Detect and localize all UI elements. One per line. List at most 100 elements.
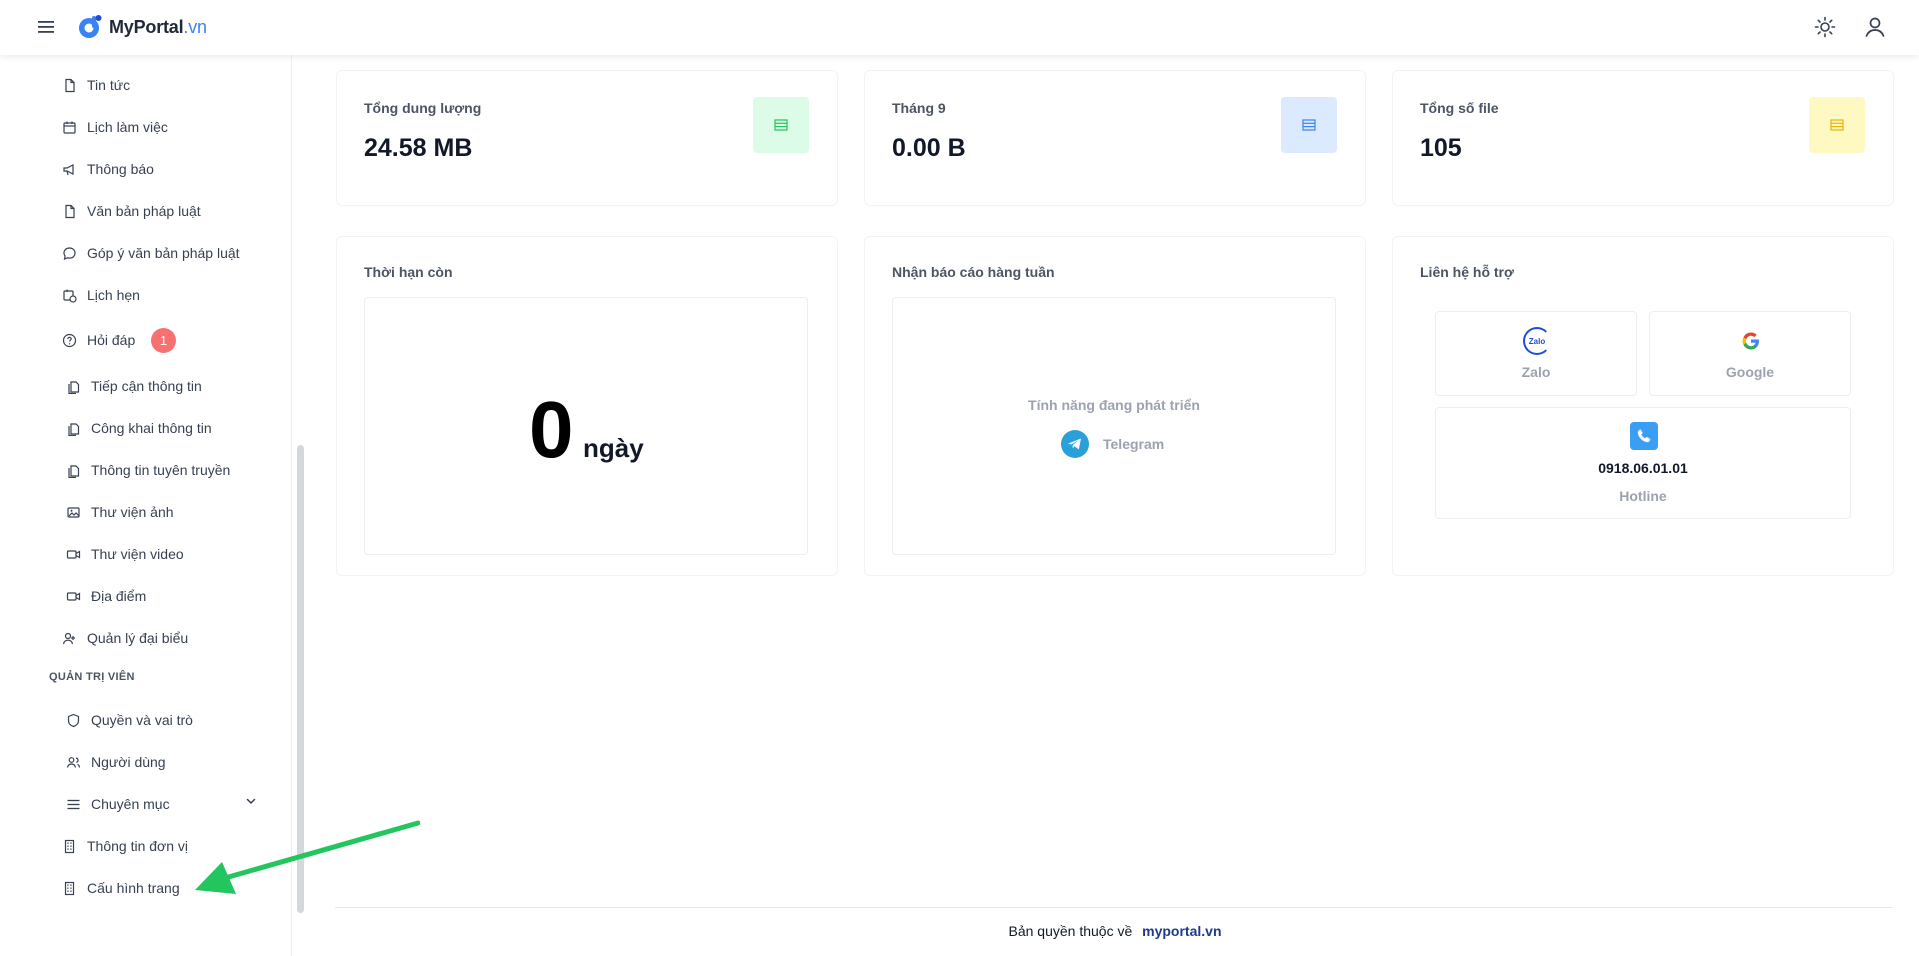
telegram-label: Telegram — [1103, 436, 1165, 452]
question-icon — [62, 333, 77, 347]
card-title: Liên hệ hỗ trợ — [1420, 264, 1514, 280]
sidebar-item-cau-hinh-trang[interactable]: Cấu hình trang — [62, 876, 180, 900]
sidebar-item-label: Cấu hình trang — [87, 880, 180, 896]
stat-value: 105 — [1420, 134, 1462, 162]
video-icon — [66, 591, 81, 601]
sidebar-item-label: Lịch hẹn — [87, 287, 140, 303]
card-title: Thời hạn còn — [364, 264, 453, 280]
calendar-clock-icon — [63, 289, 77, 303]
chevron-down-icon[interactable] — [245, 795, 257, 807]
sidebar-item-hoi-dap[interactable]: Hỏi đáp — [62, 328, 135, 352]
zalo-logo-text: Zalo — [1528, 336, 1546, 346]
stat-icon-box — [753, 97, 809, 153]
list-icon — [67, 799, 80, 809]
stat-label: Tổng số file — [1420, 100, 1499, 116]
google-icon — [1742, 332, 1759, 350]
google-contact[interactable]: Google — [1649, 311, 1851, 396]
sidebar-item-thong-tin-tuyen-truyen[interactable]: Thông tin tuyên truyền — [66, 458, 230, 482]
files-icon — [68, 422, 80, 436]
telegram-link[interactable]: Telegram — [1061, 430, 1164, 458]
database-icon — [774, 119, 788, 131]
database-icon — [1830, 119, 1844, 131]
stat-value: 0.00 B — [892, 134, 966, 162]
logo[interactable]: MyPortal.vn — [77, 14, 207, 40]
sidebar-item-label: Quyền và vai trò — [91, 712, 193, 728]
stat-card-month: Tháng 9 0.00 B — [864, 70, 1366, 206]
hotline-number: 0918.06.01.01 — [1598, 460, 1688, 476]
sidebar-item-gop-y-van-ban-phap-luat[interactable]: Góp ý văn bản pháp luật — [62, 241, 240, 265]
sidebar-item-label: Tin tức — [87, 77, 131, 93]
card-title: Nhận báo cáo hàng tuần — [892, 264, 1055, 280]
sidebar-item-cong-khai-thong-tin[interactable]: Công khai thông tin — [66, 416, 212, 440]
sidebar-item-van-ban-phap-luat[interactable]: Văn bản pháp luật — [62, 199, 201, 223]
sidebar-item-thong-bao[interactable]: Thông báo — [62, 157, 154, 181]
hotline-label: Hotline — [1619, 488, 1667, 504]
sidebar-item-thu-vien-video[interactable]: Thư viện video — [66, 542, 184, 566]
building-icon — [64, 881, 75, 895]
sidebar-item-quan-ly-dai-bieu[interactable]: Quản lý đại biểu — [62, 626, 188, 650]
user-account-icon[interactable] — [1863, 15, 1887, 39]
chat-icon — [63, 246, 76, 260]
sidebar-item-label: Quản lý đại biểu — [87, 630, 189, 646]
top-bar: MyPortal.vn — [0, 0, 1919, 55]
weekly-report-box: Tính năng đang phát triển Telegram — [892, 297, 1336, 555]
footer: Bản quyền thuộc về myportal.vn — [0, 923, 1919, 939]
video-icon — [66, 549, 81, 559]
sidebar-item-label: Chuyên mục — [91, 796, 170, 812]
stat-card-storage: Tổng dung lượng 24.58 MB — [336, 70, 838, 206]
stat-label: Tháng 9 — [892, 100, 946, 116]
admin-section-label: QUẢN TRỊ VIÊN — [49, 671, 135, 683]
sidebar-item-thong-tin-don-vi[interactable]: Thông tin đơn vị — [62, 834, 188, 858]
sidebar-item-label: Văn bản pháp luật — [87, 203, 201, 219]
user-icon — [62, 632, 75, 644]
zalo-label: Zalo — [1521, 364, 1551, 380]
sidebar-item-thu-vien-anh[interactable]: Thư viện ảnh — [66, 500, 174, 524]
zalo-icon: Zalo — [1523, 327, 1551, 355]
sidebar-item-dia-diem[interactable]: Địa điểm — [66, 584, 146, 608]
sidebar-item-label: Thông tin đơn vị — [87, 838, 189, 854]
building-icon — [64, 839, 75, 853]
sidebar-item-label: Tiếp cận thông tin — [91, 378, 202, 394]
database-icon — [1302, 119, 1316, 131]
sidebar-item-tin-tuc[interactable]: Tin tức — [62, 73, 130, 97]
annotation-arrow-icon — [195, 820, 420, 894]
support-card: Liên hệ hỗ trợ Zalo Zalo Google 0918.06.… — [1392, 236, 1894, 576]
theme-toggle-sun-icon[interactable] — [1814, 16, 1836, 38]
weekly-report-card: Nhận báo cáo hàng tuần Tính năng đang ph… — [864, 236, 1366, 576]
days-count: 0 — [529, 385, 574, 474]
sidebar-item-label: Địa điểm — [91, 588, 147, 604]
remaining-days-card: Thời hạn còn 0 ngày — [336, 236, 838, 576]
feature-status: Tính năng đang phát triển — [1028, 397, 1200, 413]
megaphone-icon — [63, 163, 74, 175]
image-icon — [67, 506, 80, 518]
sidebar-item-chuyen-muc[interactable]: Chuyên mục — [66, 792, 170, 816]
notification-badge: 1 — [151, 328, 176, 353]
footer-link[interactable]: myportal.vn — [1142, 923, 1221, 939]
sidebar-item-label: Thông báo — [87, 161, 154, 177]
logo-mark-icon — [79, 15, 102, 38]
document-icon — [65, 204, 75, 218]
remaining-days-box: 0 ngày — [364, 297, 808, 555]
sidebar-item-label: Thông tin tuyên truyền — [91, 462, 231, 478]
users-icon — [66, 756, 81, 768]
telegram-icon — [1061, 430, 1089, 458]
sidebar-item-tiep-can-thong-tin[interactable]: Tiếp cận thông tin — [66, 374, 202, 398]
hotline-contact[interactable]: 0918.06.01.01 Hotline — [1435, 407, 1851, 519]
stat-icon-box — [1281, 97, 1337, 153]
sidebar-item-label: Góp ý văn bản pháp luật — [87, 245, 240, 261]
stat-card-files: Tổng số file 105 — [1392, 70, 1894, 206]
hamburger-menu-icon[interactable] — [36, 17, 56, 37]
phone-icon — [1630, 422, 1658, 450]
sidebar-item-nguoi-dung[interactable]: Người dùng — [66, 750, 166, 774]
sidebar-item-lich-lam-viec[interactable]: Lịch làm việc — [62, 115, 168, 139]
sidebar-item-label: Người dùng — [91, 754, 166, 770]
days-unit: ngày — [583, 433, 644, 463]
stat-icon-box — [1809, 97, 1865, 153]
shield-icon — [67, 713, 80, 727]
document-icon — [65, 78, 75, 92]
sidebar-item-quyen-va-vai-tro[interactable]: Quyền và vai trò — [66, 708, 193, 732]
calendar-icon — [63, 121, 76, 134]
sidebar-item-label: Thư viện video — [91, 546, 184, 562]
sidebar-item-lich-hen[interactable]: Lịch hẹn — [62, 283, 140, 307]
zalo-contact[interactable]: Zalo Zalo — [1435, 311, 1637, 396]
